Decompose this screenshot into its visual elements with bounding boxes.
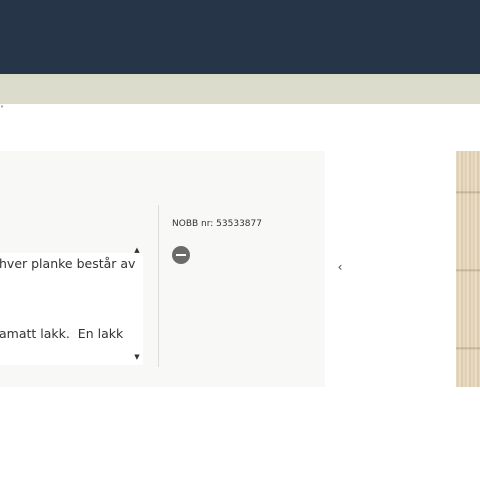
- site-header: [0, 0, 480, 74]
- nobb-number: NOBB nr: 53533877: [172, 219, 262, 229]
- minus-circle-icon[interactable]: [172, 246, 190, 264]
- product-description-text: hver planke består av amatt lakk. En lak…: [0, 256, 136, 341]
- sub-navigation-bar: [0, 74, 480, 104]
- product-image-wood-floor[interactable]: [456, 151, 480, 387]
- chevron-left-icon[interactable]: ‹: [335, 260, 345, 274]
- column-divider: [158, 205, 159, 367]
- breadcrumb-chevron-icon[interactable]: ˅: [0, 104, 4, 116]
- product-description-box[interactable]: hver planke består av amatt lakk. En lak…: [0, 253, 143, 365]
- scroll-down-icon[interactable]: ▼: [133, 353, 141, 361]
- scroll-up-icon[interactable]: ▲: [133, 246, 141, 254]
